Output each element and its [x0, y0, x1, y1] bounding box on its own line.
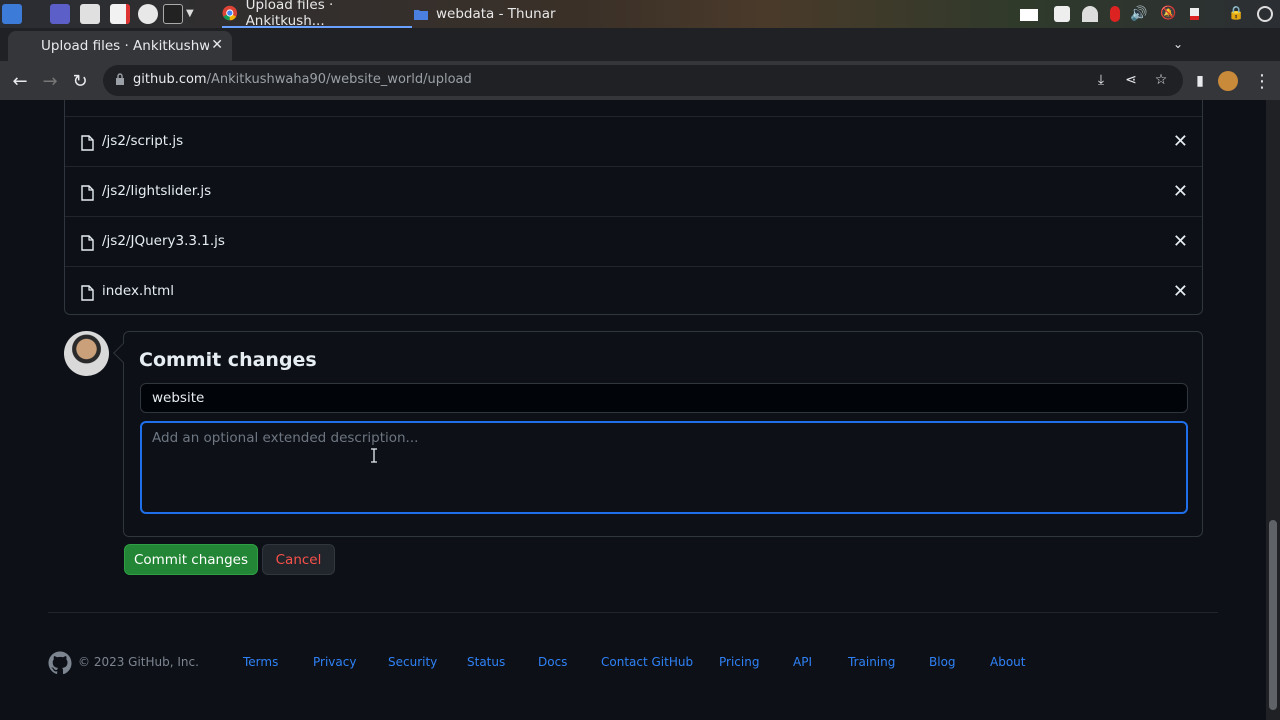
footer-copyright: © 2023 GitHub, Inc. [78, 655, 199, 669]
file-name: /js2/lightslider.js [102, 183, 212, 199]
address-bar[interactable]: github.com/Ankitkushwaha90/website_world… [103, 65, 1183, 96]
browser-tab-active[interactable]: Upload files · Ankitkushwaha90/website_w… [8, 31, 232, 61]
os-taskbar: ▼ Upload files · Ankitkush... webdata - … [0, 0, 1280, 29]
side-panel-icon[interactable]: ▮ [1188, 69, 1212, 93]
pdf-viewer-icon[interactable] [110, 4, 130, 24]
cancel-button[interactable]: Cancel [262, 544, 335, 575]
footer-divider [48, 612, 1218, 613]
remove-file-icon[interactable]: ✕ [1173, 281, 1188, 302]
text-cursor-icon [371, 448, 377, 463]
chrome-icon [222, 5, 238, 21]
terminal-icon[interactable] [163, 4, 183, 24]
commit-description-input[interactable] [140, 421, 1188, 514]
page-scrollbar[interactable] [1266, 100, 1280, 720]
footer-link-security[interactable]: Security [388, 655, 437, 669]
file-icon [81, 135, 94, 151]
github-logo-icon[interactable] [48, 651, 72, 675]
taskbar-task-browser[interactable]: Upload files · Ankitkush... [222, 0, 412, 29]
footer-link-api[interactable]: API [793, 655, 812, 669]
app-menu-icon[interactable] [2, 4, 22, 24]
file-manager-icon[interactable] [80, 4, 100, 24]
remove-file-icon[interactable]: ✕ [1173, 231, 1188, 252]
network-icon[interactable] [1020, 9, 1038, 21]
file-icon [81, 285, 94, 301]
footer-link-about[interactable]: About [990, 655, 1025, 669]
footer-link-contact[interactable]: Contact GitHub [601, 655, 693, 669]
share-icon[interactable]: ⋖ [1123, 72, 1139, 88]
taskbar-task-label: Upload files · Ankitkush... [245, 0, 334, 29]
commit-changes-button[interactable]: Commit changes [124, 544, 258, 575]
file-icon [81, 235, 94, 251]
file-name: /js2/script.js [102, 133, 184, 149]
tab-title: Upload files · Ankitkushwaha90/website_w… [41, 38, 209, 54]
notifications-off-icon[interactable]: 🔕 [1160, 6, 1176, 22]
url-path: /Ankitkushwaha90/website_world/upload [206, 72, 472, 87]
taskbar-task-label: webdata - Thunar [436, 6, 556, 22]
browser-tab-strip: Upload files · Ankitkushwaha90/website_w… [0, 28, 1280, 83]
volume-icon[interactable]: 🔊 [1130, 6, 1147, 22]
file-row: index.html ✕ [65, 266, 1202, 316]
url-host: github.com [133, 72, 207, 87]
footer-link-docs[interactable]: Docs [538, 655, 567, 669]
browser-launcher-icon[interactable] [138, 4, 158, 24]
lock-screen-icon[interactable]: 🔒 [1228, 6, 1244, 22]
more-menu-icon[interactable]: ⋮ [1250, 69, 1274, 93]
browser-toolbar: ← → ↻ github.com/Ankitkushwaha90/website… [0, 61, 1280, 100]
forward-arrow-icon[interactable]: → [38, 69, 62, 93]
file-row: /js2/lightslider.js ✕ [65, 166, 1202, 216]
footer-link-training[interactable]: Training [848, 655, 895, 669]
footer-link-pricing[interactable]: Pricing [719, 655, 759, 669]
wifi-icon[interactable] [1082, 6, 1098, 22]
commit-title: Commit changes [139, 349, 317, 371]
chevron-down-icon[interactable]: ▼ [186, 8, 198, 28]
power-icon[interactable] [1257, 6, 1273, 22]
uploaded-files-list: /js2/script.js ✕ /js2/lightslider.js ✕ /… [64, 100, 1203, 315]
footer-link-privacy[interactable]: Privacy [313, 655, 356, 669]
commit-panel-pointer [113, 343, 133, 363]
profile-avatar-icon[interactable] [1218, 71, 1238, 91]
folder-icon [414, 10, 428, 20]
taskbar-task-thunar[interactable]: webdata - Thunar [414, 0, 564, 28]
install-app-icon[interactable]: ⤓ [1093, 72, 1109, 88]
file-icon [81, 185, 94, 201]
commit-summary-input[interactable] [140, 383, 1188, 413]
url-text: github.com/Ankitkushwaha90/website_world… [133, 72, 472, 87]
remove-file-icon[interactable]: ✕ [1173, 181, 1188, 202]
page-content: /js2/script.js ✕ /js2/lightslider.js ✕ /… [0, 100, 1266, 720]
file-row: /js2/JQuery3.3.1.js ✕ [65, 216, 1202, 266]
file-name: index.html [102, 283, 174, 299]
bookmark-star-icon[interactable]: ☆ [1153, 72, 1169, 88]
footer-link-terms[interactable]: Terms [243, 655, 278, 669]
footer-link-blog[interactable]: Blog [929, 655, 956, 669]
avatar[interactable] [64, 331, 109, 376]
microphone-icon[interactable] [1110, 6, 1120, 22]
battery-icon[interactable] [1190, 8, 1199, 20]
back-arrow-icon[interactable]: ← [8, 69, 32, 93]
footer-link-status[interactable]: Status [467, 655, 505, 669]
camera-icon[interactable] [1054, 6, 1070, 22]
scrollbar-thumb[interactable] [1269, 520, 1277, 710]
file-row: /js2/script.js ✕ [65, 116, 1202, 166]
show-desktop-icon[interactable] [50, 4, 70, 24]
close-tab-icon[interactable]: ✕ [211, 37, 223, 53]
file-name: /js2/JQuery3.3.1.js [102, 233, 225, 249]
remove-file-icon[interactable]: ✕ [1173, 131, 1188, 152]
commit-panel: Commit changes [113, 331, 1203, 537]
reload-icon[interactable]: ↻ [68, 69, 92, 93]
lock-icon [116, 73, 124, 85]
tab-search-chevron-icon[interactable]: ⌄ [1166, 32, 1190, 56]
